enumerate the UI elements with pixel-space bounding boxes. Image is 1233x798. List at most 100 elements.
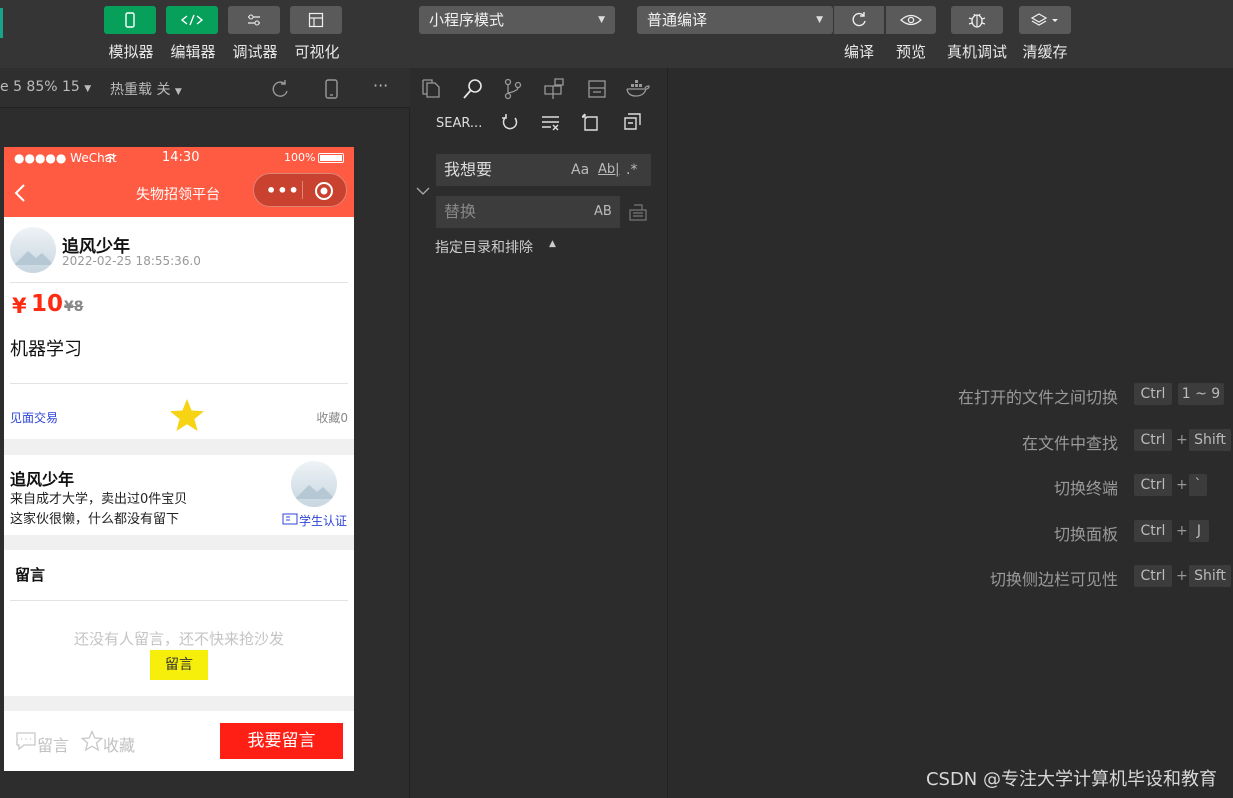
key-separator: + — [1176, 477, 1188, 493]
layout-icon — [308, 12, 324, 28]
extensions-icon[interactable] — [543, 78, 565, 100]
compile-select[interactable]: 普通编译 ▼ — [637, 6, 833, 34]
comments-empty-text: 还没有人留言，还不快来抢沙发 — [73, 630, 284, 648]
comments-card: 留言 还没有人留言，还不快来抢沙发 留言 — [4, 550, 354, 696]
seller-school: 来自成才大学，卖出过0件宝贝 — [10, 492, 188, 507]
source-control-icon[interactable] — [503, 78, 523, 100]
preview-label: 预览 — [895, 43, 926, 61]
refresh-icon[interactable] — [500, 113, 520, 133]
comments-title: 留言 — [15, 566, 46, 584]
window-edge-marker — [0, 8, 3, 38]
regex-toggle[interactable]: .* — [626, 154, 637, 186]
seller-name: 追风少年 — [10, 470, 75, 489]
trade-type-label: 见面交易 — [10, 411, 59, 425]
preserve-case-toggle[interactable]: AB — [594, 196, 612, 228]
avatar — [10, 227, 56, 273]
debugger-toggle-button[interactable] — [228, 6, 280, 34]
editor-toggle-button[interactable] — [166, 6, 218, 34]
original-price: ¥8 — [64, 299, 84, 315]
rotate-icon[interactable] — [270, 79, 290, 99]
search-panel-title: SEAR... — [436, 116, 483, 131]
chevron-down-icon: ▼ — [598, 15, 605, 25]
battery-level — [320, 155, 342, 161]
editor-label: 编辑器 — [170, 43, 216, 61]
star-outline-icon — [81, 730, 103, 752]
shortcut-key: Ctrl — [1134, 565, 1172, 587]
shortcut-key: Ctrl — [1134, 383, 1172, 405]
clear-cache-button[interactable] — [1019, 6, 1071, 34]
bottom-comment-button[interactable]: 留言 — [37, 732, 69, 756]
chevron-down-icon: ▼ — [816, 15, 823, 25]
chevron-down-icon[interactable] — [416, 185, 430, 197]
remote-debug-button[interactable] — [951, 6, 1003, 34]
compile-button[interactable] — [834, 6, 884, 34]
more-dots-icon[interactable]: ••• — [266, 181, 300, 200]
student-id-icon — [282, 513, 298, 525]
include-exclude-toggle[interactable]: 指定目录和排除 — [435, 237, 533, 257]
storage-icon[interactable] — [587, 79, 607, 99]
student-verified-badge: 学生认证 — [299, 514, 348, 528]
nav-title: 失物招领平台 — [136, 187, 220, 203]
bottom-favorite-button[interactable]: 收藏 — [103, 732, 135, 756]
match-case-toggle[interactable]: Aa — [571, 154, 589, 186]
status-time: 14:30 — [162, 150, 200, 165]
comment-button[interactable]: 留言 — [150, 650, 208, 680]
eye-icon — [900, 14, 922, 26]
new-search-editor-icon[interactable] — [582, 112, 602, 132]
seller-card[interactable]: 追风少年 来自成才大学，卖出过0件宝贝 这家伙很懒，什么都没有留下 学生认证 — [4, 455, 354, 535]
visual-label: 可视化 — [294, 43, 340, 61]
visual-toggle-button[interactable] — [290, 6, 342, 34]
shortcut-key: J — [1189, 520, 1209, 542]
clear-results-icon[interactable] — [541, 114, 561, 132]
avatar-landscape-icon — [14, 251, 54, 265]
whole-word-toggle[interactable]: Ab| — [598, 154, 620, 186]
more-menu-button[interactable]: ··· — [373, 76, 388, 95]
debugger-label: 调试器 — [232, 43, 278, 61]
mode-select[interactable]: 小程序模式 ▼ — [419, 6, 615, 34]
shortcut-label: 切换侧边栏可见性 — [989, 570, 1118, 589]
watermark: CSDN @专注大学计算机毕设和教育 — [925, 769, 1217, 790]
chevron-down-icon: ▼ — [174, 87, 182, 97]
search-sidebar: SEAR... 我想要 Aa Ab| .* 替换 AB 指定目录和排除 ▲ — [410, 68, 668, 798]
key-separator: + — [1176, 523, 1188, 539]
chevron-down-icon: ▼ — [84, 84, 92, 94]
battery-icon — [318, 153, 344, 163]
search-input[interactable]: 我想要 Aa Ab| .* — [436, 154, 651, 186]
search-icon[interactable] — [461, 78, 485, 100]
explorer-icon[interactable] — [421, 79, 441, 99]
leave-message-button[interactable]: 我要留言 — [220, 723, 343, 759]
post-title: 机器学习 — [10, 339, 82, 360]
comment-icon — [16, 732, 36, 751]
collapse-all-icon[interactable] — [623, 113, 643, 131]
price-currency: ¥ — [12, 294, 27, 318]
simulator-toolbar: e 5 85% 15 ▼ 热重载 关 ▼ ··· — [0, 68, 410, 108]
replace-input[interactable]: 替换 AB — [436, 196, 620, 228]
shortcut-key: Ctrl — [1134, 520, 1172, 542]
refresh-icon — [852, 12, 866, 27]
preview-button[interactable] — [886, 6, 936, 34]
bug-icon — [968, 13, 986, 28]
shortcut-label: 切换面板 — [1053, 525, 1118, 544]
divider — [10, 600, 348, 601]
main-toolbar: 模拟器 编辑器 调试器 可视化 小程序模式 ▼ 普通编译 ▼ 编译 预览 真机调… — [0, 0, 1233, 68]
wifi-icon — [104, 153, 116, 163]
device-select[interactable]: e 5 85% 15 ▼ — [0, 79, 91, 95]
divider — [10, 282, 348, 283]
device-icon[interactable] — [324, 79, 340, 99]
key-separator: + — [1176, 432, 1188, 448]
shortcut-key: Ctrl — [1134, 474, 1172, 496]
shortcut-label: 切换终端 — [1053, 479, 1118, 498]
replace-all-icon[interactable] — [628, 202, 648, 222]
back-arrow-icon[interactable] — [14, 183, 26, 203]
hot-reload-select[interactable]: 热重载 关 ▼ — [110, 79, 182, 99]
close-target-icon[interactable] — [314, 181, 334, 201]
sliders-icon — [248, 14, 260, 26]
mini-program-capsule: ••• — [253, 173, 347, 207]
simulator-toggle-button[interactable] — [104, 6, 156, 34]
phone-nav-bar: 失物招领平台 ••• — [4, 169, 354, 217]
capsule-divider — [302, 181, 303, 199]
favorite-star-icon[interactable] — [169, 398, 205, 432]
code-icon — [180, 14, 204, 26]
phone-screen: ●●●●● WeChat 14:30 100% 失物招领平台 ••• 追风少年 … — [4, 147, 354, 771]
docker-icon[interactable] — [625, 79, 651, 99]
